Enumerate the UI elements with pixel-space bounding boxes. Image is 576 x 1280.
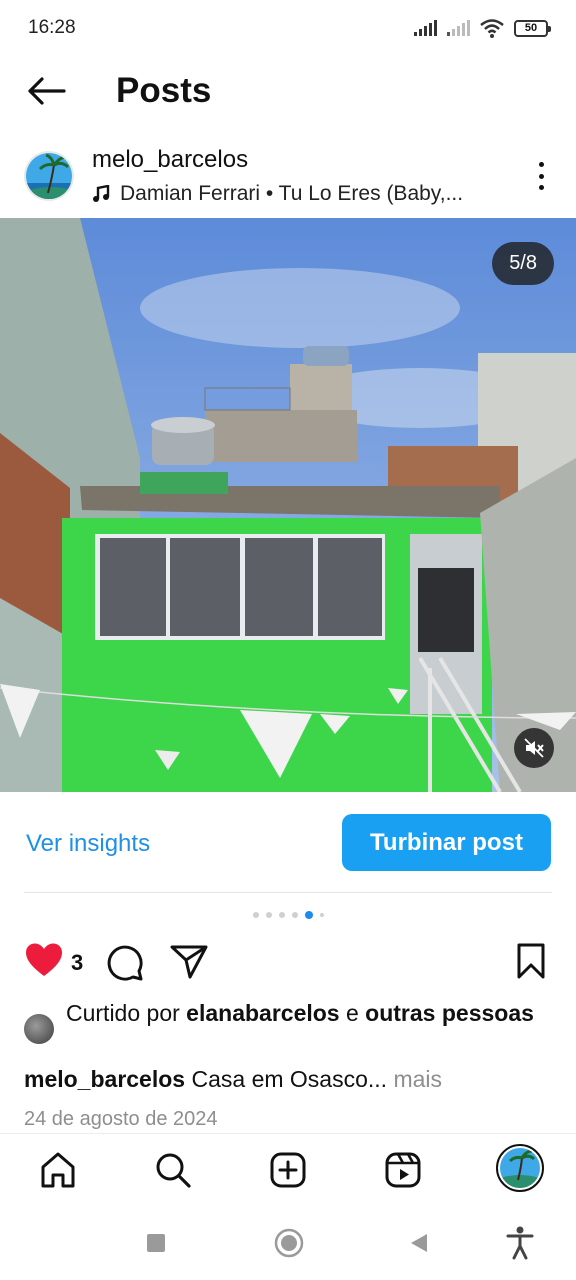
image-counter: 5/8 bbox=[492, 242, 554, 285]
search-icon bbox=[156, 1153, 191, 1188]
nav-profile[interactable] bbox=[496, 1144, 544, 1192]
bookmark-icon bbox=[517, 943, 545, 979]
signal-secondary-icon bbox=[447, 20, 470, 36]
like-count[interactable]: 3 bbox=[71, 950, 83, 976]
caption-text: Casa em Osasco... bbox=[191, 1066, 388, 1092]
status-time: 16:28 bbox=[28, 17, 76, 38]
home-system-button[interactable] bbox=[274, 1227, 304, 1259]
carousel-dot-active bbox=[304, 911, 313, 919]
more-options-button[interactable] bbox=[526, 158, 556, 194]
save-button[interactable] bbox=[516, 943, 546, 984]
status-bar: 16:28 50 bbox=[0, 0, 576, 56]
speaker-muted-icon bbox=[524, 738, 544, 758]
home-icon bbox=[41, 1152, 75, 1188]
heart-filled-icon bbox=[26, 943, 62, 976]
battery-icon: 50 bbox=[514, 19, 551, 37]
carousel-indicator bbox=[0, 911, 576, 919]
insights-row: Ver insights Turbinar post bbox=[0, 792, 576, 892]
divider bbox=[24, 892, 552, 893]
music-note-icon bbox=[93, 185, 110, 202]
nav-search[interactable] bbox=[151, 1148, 195, 1192]
music-attribution[interactable]: Damian Ferrari • Tu Lo Eres (Baby,... bbox=[92, 182, 463, 206]
send-icon bbox=[170, 945, 208, 979]
nav-create[interactable] bbox=[266, 1148, 310, 1192]
music-label: Damian Ferrari • Tu Lo Eres (Baby,... bbox=[120, 182, 464, 205]
square-icon bbox=[147, 1234, 165, 1252]
house-photo bbox=[0, 218, 576, 792]
caption-more-link[interactable]: mais bbox=[393, 1066, 442, 1092]
user-avatar[interactable] bbox=[24, 151, 74, 201]
post-image[interactable]: 5/8 bbox=[0, 218, 576, 792]
nav-reels[interactable] bbox=[381, 1148, 425, 1192]
caption-username[interactable]: melo_barcelos bbox=[24, 1066, 185, 1092]
plus-square-icon bbox=[270, 1152, 306, 1188]
arrow-left-icon bbox=[28, 77, 66, 105]
carousel-dot bbox=[319, 913, 324, 917]
liker-username[interactable]: elanabarcelos bbox=[186, 1000, 339, 1026]
liker-avatar bbox=[24, 1014, 54, 1044]
recents-button[interactable] bbox=[146, 1227, 166, 1259]
post-date: 24 de agosto de 2024 bbox=[24, 1108, 218, 1130]
profile-avatar bbox=[500, 1148, 540, 1188]
wifi-icon bbox=[480, 19, 504, 38]
bottom-navigation bbox=[0, 1133, 576, 1205]
signal-icon bbox=[414, 20, 437, 36]
back-system-button[interactable] bbox=[408, 1227, 430, 1259]
share-button[interactable] bbox=[170, 944, 208, 985]
carousel-dot bbox=[291, 912, 298, 918]
liked-by-text: Curtido por elanabarcelos e outras pesso… bbox=[24, 998, 544, 1029]
reels-icon bbox=[385, 1152, 421, 1188]
liked-by[interactable]: Curtido por elanabarcelos e outras pesso… bbox=[24, 998, 544, 1044]
post-username[interactable]: melo_barcelos bbox=[92, 146, 248, 174]
carousel-dot bbox=[278, 912, 285, 918]
nav-home[interactable] bbox=[36, 1148, 80, 1192]
liked-by-prefix: Curtido por bbox=[66, 1000, 180, 1026]
triangle-back-icon bbox=[411, 1234, 427, 1252]
post-actions: 3 bbox=[0, 938, 576, 988]
like-button[interactable] bbox=[24, 942, 64, 983]
boost-post-button[interactable]: Turbinar post bbox=[342, 814, 551, 871]
liked-by-conjunction: e bbox=[345, 1000, 359, 1026]
top-header: Posts bbox=[0, 56, 576, 126]
circle-icon bbox=[274, 1228, 304, 1258]
accessibility-icon bbox=[506, 1226, 534, 1260]
carousel-dot bbox=[265, 912, 272, 918]
view-insights-link[interactable]: Ver insights bbox=[26, 830, 150, 858]
status-icons: 50 bbox=[414, 18, 551, 38]
accessibility-button[interactable] bbox=[506, 1226, 534, 1260]
comment-icon bbox=[107, 945, 143, 981]
comment-button[interactable] bbox=[106, 944, 144, 987]
post-caption[interactable]: melo_barcelos Casa em Osasco... mais bbox=[24, 1066, 442, 1093]
page-title: Posts bbox=[116, 71, 212, 110]
system-navigation bbox=[0, 1205, 576, 1280]
more-dots-icon bbox=[538, 162, 544, 167]
post-header: melo_barcelos Damian Ferrari • Tu Lo Ere… bbox=[0, 136, 576, 216]
mute-button[interactable] bbox=[514, 728, 554, 768]
back-button[interactable] bbox=[0, 56, 92, 126]
carousel-dot bbox=[252, 912, 259, 918]
liked-by-others[interactable]: outras pessoas bbox=[365, 1000, 534, 1026]
